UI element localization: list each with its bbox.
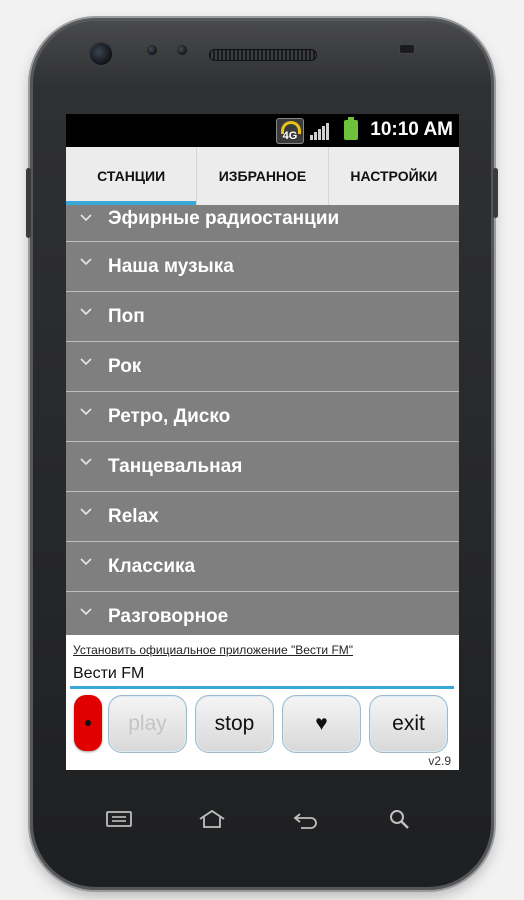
tab-settings[interactable]: НАСТРОЙКИ xyxy=(329,147,459,205)
list-item-label: Эфирные радиостанции xyxy=(108,208,340,229)
chevron-down-icon xyxy=(80,408,92,418)
player-panel: Установить официальное приложение "Вести… xyxy=(66,635,459,770)
record-button[interactable] xyxy=(74,695,102,751)
list-item-label: Классика xyxy=(108,556,196,577)
list-item[interactable]: Рок xyxy=(66,342,459,392)
chevron-down-icon xyxy=(80,608,92,618)
front-camera xyxy=(90,43,112,65)
list-item[interactable]: Поп xyxy=(66,292,459,342)
tab-bar: СТАНЦИИ ИЗБРАННОЕ НАСТРОЙКИ xyxy=(66,147,459,206)
wifi-icon: 4G xyxy=(276,118,304,144)
earpiece-speaker xyxy=(209,49,317,61)
stop-button[interactable]: stop xyxy=(195,695,274,753)
app-version: v2.9 xyxy=(428,754,451,768)
list-item[interactable]: Relax xyxy=(66,492,459,542)
chevron-down-icon xyxy=(80,214,92,224)
chevron-down-icon xyxy=(80,308,92,318)
tab-stations[interactable]: СТАНЦИИ xyxy=(66,147,198,205)
list-item[interactable]: Наша музыка xyxy=(66,242,459,292)
power-button xyxy=(493,168,498,218)
clock: 10:10 AM xyxy=(370,119,453,140)
signal-icon xyxy=(310,123,332,140)
list-item-label: Ретро, Диско xyxy=(108,406,231,427)
install-app-link[interactable]: Установить официальное приложение "Вести… xyxy=(73,643,353,657)
light-sensor xyxy=(177,45,187,55)
chevron-down-icon xyxy=(80,258,92,268)
screen: 4G 10:10 AM СТАНЦИИ ИЗБРАННОЕ НАСТРОЙКИ … xyxy=(66,114,459,770)
network-type: 4G xyxy=(282,130,298,142)
list-item[interactable]: Разговорное xyxy=(66,592,459,635)
category-list[interactable]: Эфирные радиостанции Наша музыка Поп Рок… xyxy=(66,205,459,635)
tab-favorites[interactable]: ИЗБРАННОЕ xyxy=(197,147,329,205)
list-item-label: Танцевальная xyxy=(108,456,243,477)
menu-icon[interactable] xyxy=(104,808,134,830)
back-icon[interactable] xyxy=(291,808,321,830)
chevron-down-icon xyxy=(80,358,92,368)
playback-progress xyxy=(70,686,454,689)
status-bar: 4G 10:10 AM xyxy=(66,114,459,147)
exit-button[interactable]: exit xyxy=(369,695,448,753)
search-icon[interactable] xyxy=(386,808,416,830)
player-controls: play stop ♥ exit xyxy=(66,695,459,753)
record-dot-icon xyxy=(85,720,91,726)
list-item[interactable]: Эфирные радиостанции xyxy=(66,205,459,242)
current-station: Вести FM xyxy=(73,665,145,682)
home-icon[interactable] xyxy=(197,808,227,830)
list-item[interactable]: Ретро, Диско xyxy=(66,392,459,442)
list-item[interactable]: Танцевальная xyxy=(66,442,459,492)
list-item-label: Relax xyxy=(108,506,159,527)
list-item[interactable]: Классика xyxy=(66,542,459,592)
chevron-down-icon xyxy=(80,458,92,468)
battery-icon xyxy=(344,117,358,140)
proximity-sensor xyxy=(147,45,157,55)
list-item-label: Поп xyxy=(108,306,145,327)
chevron-down-icon xyxy=(80,508,92,518)
favorite-button[interactable]: ♥ xyxy=(282,695,361,753)
list-item-label: Разговорное xyxy=(108,606,229,627)
list-item-label: Наша музыка xyxy=(108,256,234,277)
volume-button xyxy=(26,168,31,238)
chevron-down-icon xyxy=(80,558,92,568)
play-button[interactable]: play xyxy=(108,695,187,753)
list-item-label: Рок xyxy=(108,356,142,377)
notification-led xyxy=(400,45,414,53)
